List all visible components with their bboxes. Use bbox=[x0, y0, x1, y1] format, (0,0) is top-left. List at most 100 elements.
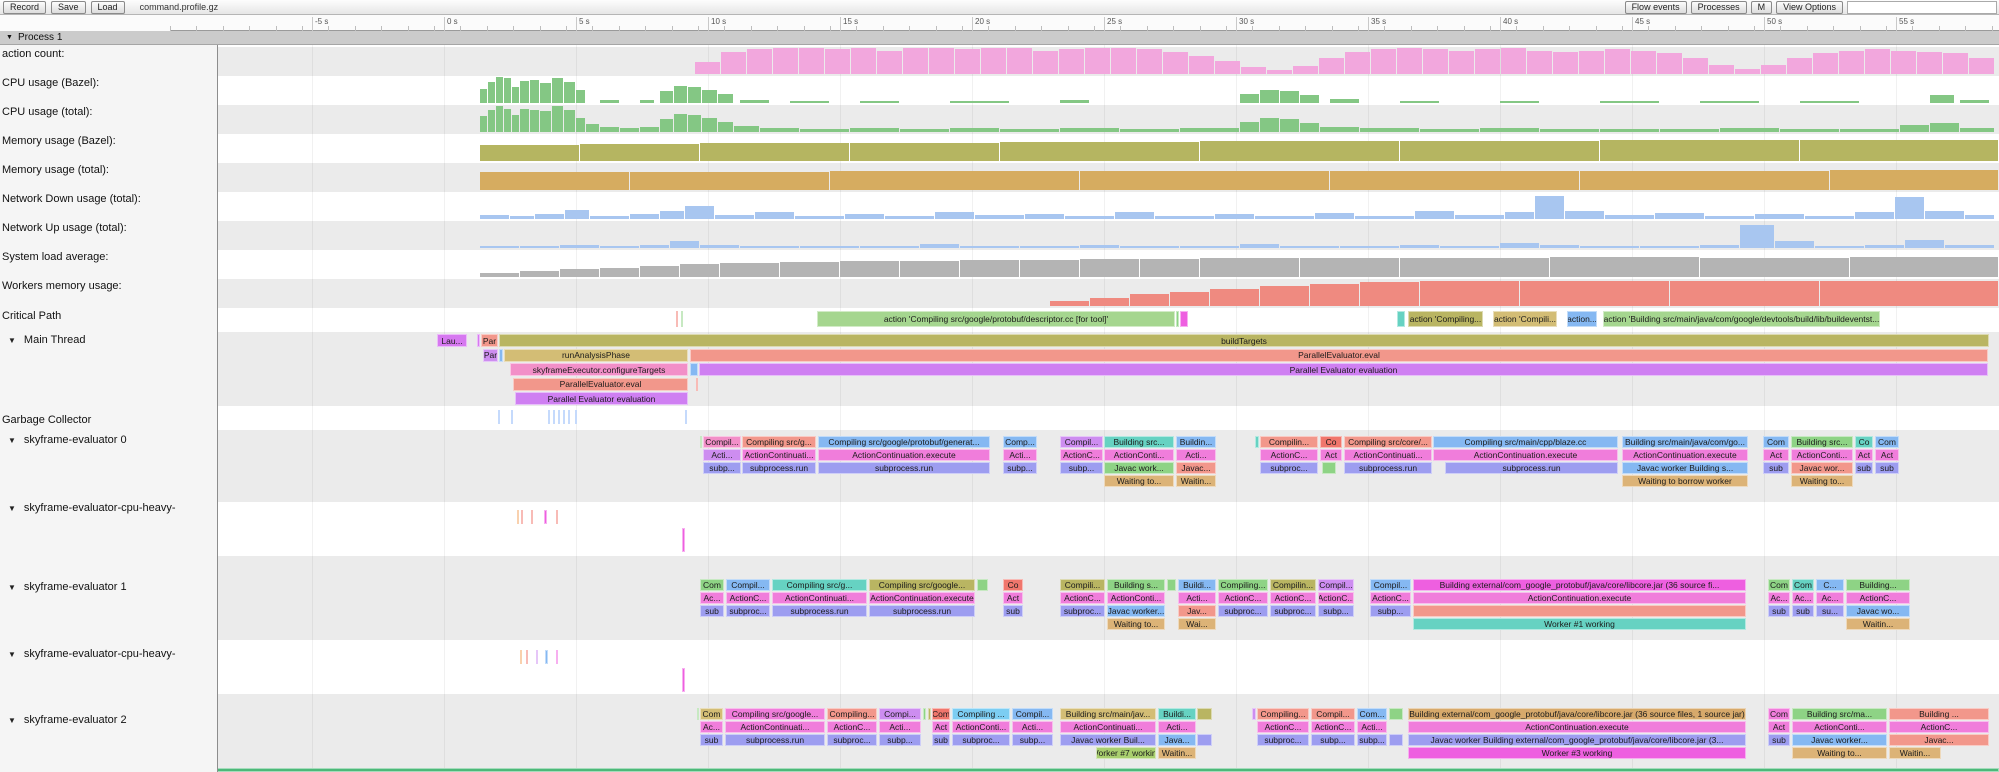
trace-event[interactable]: ActionC... bbox=[1846, 592, 1910, 604]
trace-event[interactable]: Co bbox=[1320, 436, 1342, 448]
trace-event[interactable]: Co bbox=[1003, 579, 1023, 591]
trace-event[interactable] bbox=[526, 650, 528, 664]
trace-event[interactable]: subp... bbox=[1311, 734, 1355, 746]
trace-event[interactable] bbox=[1252, 708, 1256, 720]
trace-event[interactable] bbox=[928, 708, 931, 720]
trace-event[interactable]: subproc... bbox=[726, 605, 770, 617]
trace-event[interactable]: Wai... bbox=[1178, 618, 1216, 630]
trace-event[interactable]: ActionContinuati... bbox=[725, 721, 825, 733]
trace-event[interactable] bbox=[553, 410, 555, 424]
trace-event[interactable]: Ac... bbox=[1792, 592, 1814, 604]
trace-event[interactable]: subprocess.run bbox=[818, 462, 990, 474]
trace-event[interactable]: Building external/com_google_protobuf/ja… bbox=[1413, 579, 1746, 591]
trace-event[interactable]: Com bbox=[700, 708, 723, 720]
trace-event[interactable]: Par bbox=[483, 349, 498, 362]
trace-event[interactable]: su... bbox=[1816, 605, 1844, 617]
metadata-button[interactable]: M bbox=[1751, 1, 1773, 14]
trace-event[interactable]: ActionContinuation.execute bbox=[1622, 449, 1748, 461]
trace-event[interactable]: sub bbox=[700, 605, 724, 617]
trace-event[interactable]: Acti... bbox=[1158, 721, 1196, 733]
trace-event[interactable]: Par bbox=[481, 334, 498, 347]
trace-event[interactable]: sub bbox=[1768, 605, 1790, 617]
trace-event[interactable]: sub bbox=[1763, 462, 1789, 474]
track-label[interactable]: Garbage Collector bbox=[0, 414, 216, 426]
trace-event[interactable]: Compilin... bbox=[1260, 436, 1318, 448]
trace-event[interactable] bbox=[690, 363, 698, 376]
trace-event[interactable]: Buildin... bbox=[1176, 436, 1216, 448]
trace-event[interactable]: ActionC... bbox=[1270, 592, 1316, 604]
trace-event[interactable] bbox=[1389, 734, 1403, 746]
trace-event[interactable]: C... bbox=[1816, 579, 1844, 591]
collapse-arrow-icon[interactable]: ▼ bbox=[6, 34, 13, 41]
trace-event[interactable]: Act bbox=[1875, 449, 1899, 461]
trace-event[interactable] bbox=[511, 410, 513, 424]
trace-event[interactable]: subp... bbox=[879, 734, 921, 746]
trace-event[interactable]: Building src/ma... bbox=[1792, 708, 1887, 720]
trace-event[interactable] bbox=[1322, 462, 1336, 474]
trace-event[interactable]: sub bbox=[1875, 462, 1899, 474]
trace-event[interactable] bbox=[558, 410, 560, 424]
trace-event[interactable]: Waitin... bbox=[1158, 747, 1196, 759]
trace-event[interactable] bbox=[563, 410, 565, 424]
collapse-arrow-icon[interactable]: ▼ bbox=[8, 336, 16, 345]
trace-event[interactable]: Com bbox=[1768, 579, 1790, 591]
trace-event[interactable]: Compilin... bbox=[1270, 579, 1316, 591]
trace-event[interactable]: ActionContinuati... bbox=[1060, 721, 1156, 733]
trace-event[interactable]: Waiting to... bbox=[1791, 475, 1853, 487]
trace-event[interactable]: Worker #3 working bbox=[1408, 747, 1746, 759]
trace-event[interactable]: Javac wo... bbox=[1846, 605, 1910, 617]
trace-event[interactable] bbox=[1255, 436, 1259, 448]
trace-event[interactable]: Comp... bbox=[1003, 436, 1037, 448]
trace-event[interactable] bbox=[536, 650, 538, 664]
trace-event[interactable]: Compil... bbox=[1060, 436, 1103, 448]
trace-event[interactable]: subprocess.run bbox=[772, 605, 867, 617]
trace-event[interactable]: Ac... bbox=[1816, 592, 1844, 604]
trace-event[interactable]: sub bbox=[932, 734, 950, 746]
trace-event[interactable]: ActionContinuati... bbox=[772, 592, 867, 604]
trace-event[interactable]: subprocess.run bbox=[1445, 462, 1618, 474]
trace-event[interactable]: ActionConti... bbox=[1104, 449, 1174, 461]
trace-event[interactable]: Buildi... bbox=[1158, 708, 1196, 720]
track-label[interactable]: ▼skyframe-evaluator 1 bbox=[0, 581, 216, 593]
trace-event[interactable]: Compil... bbox=[1012, 708, 1053, 720]
trace-event[interactable]: ActionContinuati... bbox=[742, 449, 816, 461]
collapse-arrow-icon[interactable]: ▼ bbox=[8, 716, 16, 725]
trace-event[interactable]: Act bbox=[1320, 449, 1342, 461]
trace-event[interactable]: sub bbox=[1855, 462, 1873, 474]
trace-event[interactable]: subprocess.run bbox=[1344, 462, 1432, 474]
track-label[interactable]: CPU usage (Bazel): bbox=[0, 77, 216, 89]
trace-event[interactable]: ActionC... bbox=[726, 592, 770, 604]
trace-event[interactable]: Com bbox=[700, 579, 724, 591]
collapse-arrow-icon[interactable]: ▼ bbox=[8, 436, 16, 445]
trace-event[interactable]: Javac worker... bbox=[1792, 734, 1887, 746]
trace-event[interactable]: Javac worker... bbox=[1107, 605, 1165, 617]
trace-event[interactable]: runAnalysisPhase bbox=[504, 349, 688, 362]
track-label[interactable]: ▼skyframe-evaluator 0 bbox=[0, 434, 216, 446]
trace-event[interactable]: Compil... bbox=[703, 436, 741, 448]
save-button[interactable]: Save bbox=[51, 1, 86, 14]
trace-event[interactable]: sub bbox=[1768, 734, 1790, 746]
trace-event[interactable] bbox=[517, 510, 519, 524]
trace-event[interactable] bbox=[498, 410, 500, 424]
trace-event[interactable]: ActionContinuati... bbox=[1344, 449, 1432, 461]
trace-event[interactable] bbox=[531, 510, 533, 524]
trace-event[interactable] bbox=[685, 410, 687, 424]
trace-event[interactable] bbox=[499, 349, 503, 362]
trace-event[interactable] bbox=[545, 650, 548, 664]
trace-event[interactable] bbox=[544, 510, 547, 524]
collapse-arrow-icon[interactable]: ▼ bbox=[8, 504, 16, 513]
trace-event[interactable] bbox=[20, 768, 1999, 772]
trace-event[interactable] bbox=[977, 579, 988, 591]
trace-event[interactable]: Acti... bbox=[1012, 721, 1053, 733]
track-label[interactable]: Network Down usage (total): bbox=[0, 193, 216, 205]
load-button[interactable]: Load bbox=[91, 1, 125, 14]
track-label[interactable]: ▼skyframe-evaluator-cpu-heavy- bbox=[0, 648, 216, 660]
track-label[interactable]: Memory usage (total): bbox=[0, 164, 216, 176]
trace-event[interactable] bbox=[696, 378, 698, 391]
trace-event[interactable]: action 'Building src/main/java/com/googl… bbox=[1603, 311, 1880, 327]
collapse-arrow-icon[interactable]: ▼ bbox=[8, 583, 16, 592]
trace-event[interactable]: Compiling src/main/cpp/blaze.cc bbox=[1433, 436, 1618, 448]
trace-event[interactable]: ActionC... bbox=[1257, 721, 1309, 733]
trace-event[interactable]: Building src/main/jav... bbox=[1060, 708, 1156, 720]
time-ruler[interactable]: -5 s0 s5 s10 s15 s20 s25 s30 s35 s40 s45… bbox=[0, 15, 1999, 31]
